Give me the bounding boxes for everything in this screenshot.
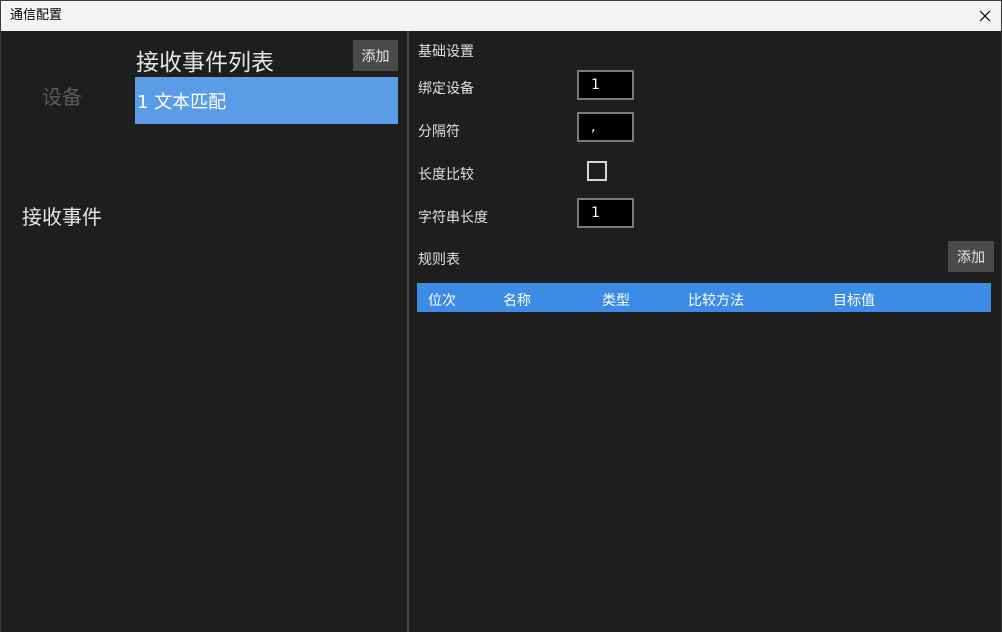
rules-title: 规则表 [418, 252, 460, 268]
column-header-compare-method[interactable]: 比较方法 [688, 290, 744, 310]
bind-device-input[interactable]: 1 [577, 70, 634, 100]
nav-item-device[interactable]: 设备 [27, 81, 97, 110]
separator-label: 分隔符 [418, 124, 460, 140]
column-header-position[interactable]: 位次 [428, 290, 456, 310]
panel-divider[interactable] [407, 31, 409, 632]
config-window: 通信配置 设备 接收事件 接收事件列表 添加 1 文本匹配 基础设置 绑定设备 … [0, 0, 1002, 632]
column-header-name[interactable]: 名称 [503, 290, 531, 310]
separator-input[interactable]: , [577, 112, 634, 142]
column-header-target-value[interactable]: 目标值 [833, 290, 875, 310]
string-length-input[interactable]: 1 [577, 198, 634, 228]
close-icon [979, 10, 991, 22]
window-title: 通信配置 [10, 8, 63, 23]
basic-settings-title: 基础设置 [418, 44, 474, 60]
length-compare-label: 长度比较 [418, 167, 474, 183]
event-list-item[interactable]: 1 文本匹配 [135, 77, 398, 124]
title-bar[interactable]: 通信配置 [1, 1, 1001, 31]
bind-device-label: 绑定设备 [418, 81, 474, 97]
event-list-title: 接收事件列表 [136, 50, 274, 76]
close-button[interactable] [969, 1, 1001, 31]
nav-item-receive-event[interactable]: 接收事件 [17, 201, 107, 230]
column-header-type[interactable]: 类型 [602, 290, 630, 310]
add-rule-button[interactable]: 添加 [948, 241, 994, 272]
main-content: 设备 接收事件 接收事件列表 添加 1 文本匹配 基础设置 绑定设备 1 分隔符… [2, 31, 1001, 632]
add-event-button[interactable]: 添加 [353, 40, 398, 71]
rules-table-header: 位次 名称 类型 比较方法 目标值 [417, 283, 991, 312]
length-compare-checkbox[interactable] [587, 161, 607, 181]
string-length-label: 字符串长度 [418, 210, 488, 226]
